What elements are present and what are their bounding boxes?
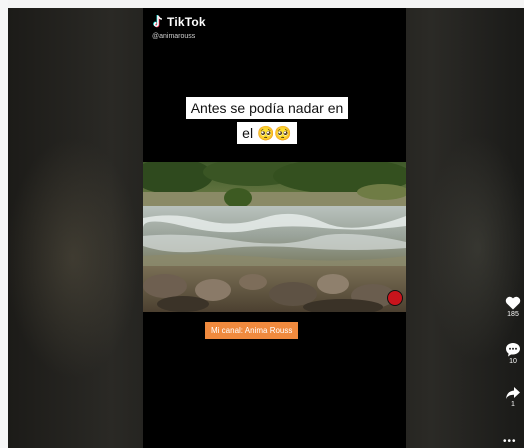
channel-logo-icon	[387, 290, 403, 306]
tiktok-note-icon	[153, 15, 162, 28]
share-arrow-icon	[506, 387, 520, 399]
channel-tag: Mi canal: Anima Rouss	[205, 322, 299, 339]
comment-icon	[506, 343, 520, 357]
share-action[interactable]: 1	[502, 386, 524, 408]
more-options-icon[interactable]: •••	[503, 436, 517, 447]
page-margin	[0, 0, 8, 448]
tiktok-brand-name: TikTok	[167, 15, 206, 29]
tiktok-logo: TikTok	[151, 14, 206, 30]
creator-handle[interactable]: @animarouss	[152, 33, 195, 40]
like-action[interactable]: 185	[502, 296, 524, 318]
like-count: 185	[507, 311, 519, 318]
comment-action[interactable]: 10	[502, 342, 524, 365]
heart-icon	[505, 296, 521, 310]
video-player[interactable]: TikTok @animarouss Antes se podía nadar …	[143, 8, 406, 448]
share-count: 1	[511, 401, 515, 408]
video-frame[interactable]	[143, 162, 406, 312]
caption-line-1: Antes se podía nadar en	[185, 97, 349, 119]
caption-line-2: el 🥺🥺	[237, 122, 297, 144]
video-caption: Antes se podía nadar en el 🥺🥺	[167, 96, 367, 146]
tiktok-video-view: TikTok @animarouss Antes se podía nadar …	[0, 0, 524, 448]
comment-count: 10	[509, 358, 517, 365]
river-scene	[143, 162, 406, 312]
